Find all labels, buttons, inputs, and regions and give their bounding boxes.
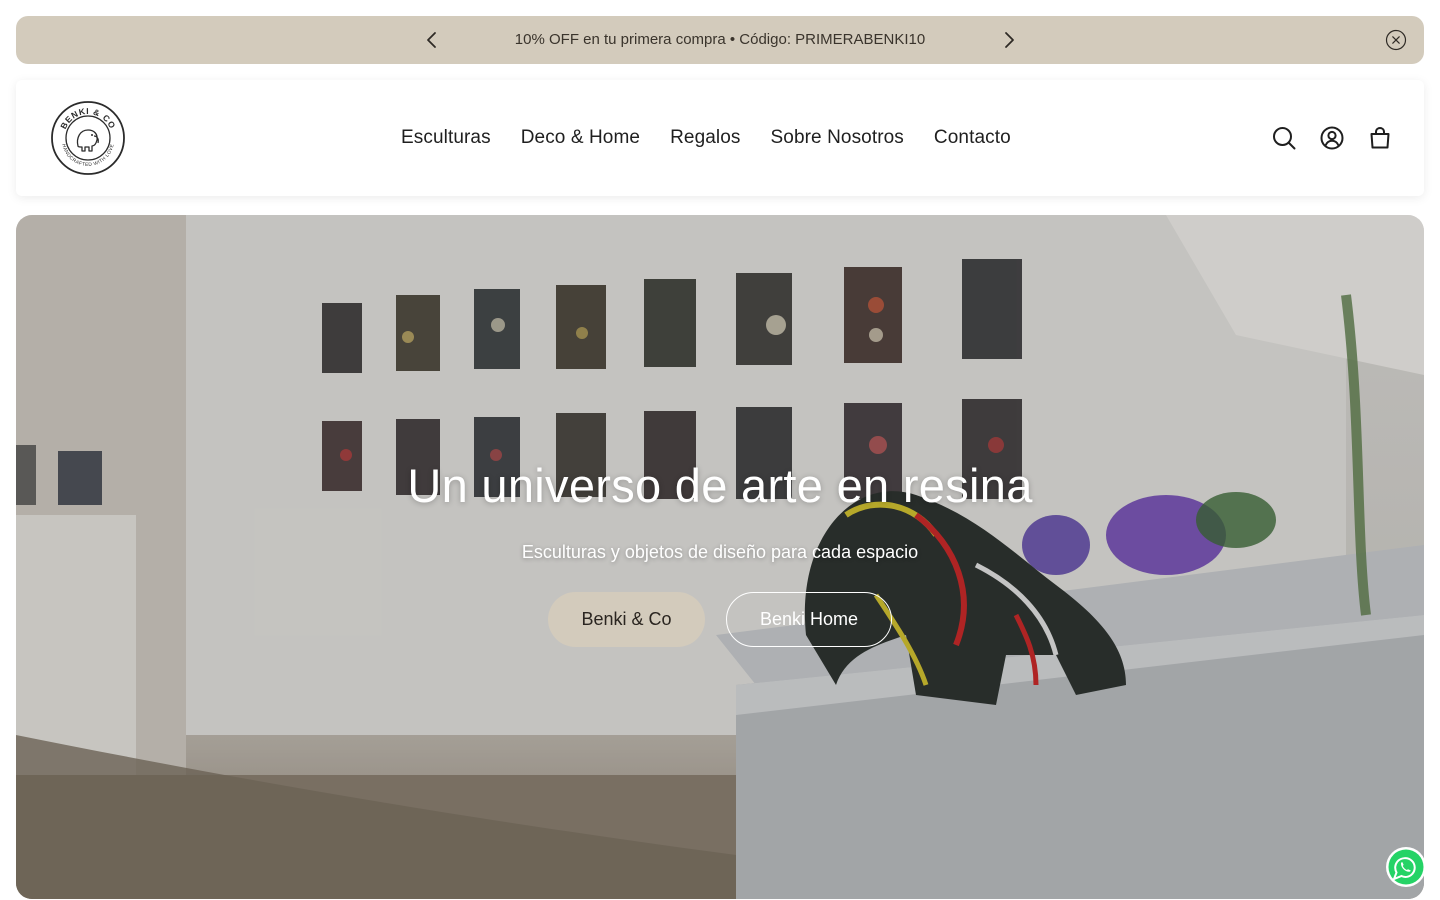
hero-title: Un universo de arte en resina [407,459,1033,512]
benki-home-button[interactable]: Benki Home [726,592,892,647]
nav-item-esculturas[interactable]: Esculturas [401,127,491,149]
account-icon[interactable] [1319,125,1345,151]
nav-item-contacto[interactable]: Contacto [934,127,1011,149]
logo[interactable]: BENKI & CO HANDCRAFTED WITH LOVE [50,100,126,176]
nav-item-deco-home[interactable]: Deco & Home [521,127,640,149]
site-header: BENKI & CO HANDCRAFTED WITH LOVE Escultu… [16,80,1424,196]
hero-subtitle: Esculturas y objetos de diseño para cada… [521,542,919,562]
close-circle-icon[interactable] [1385,29,1407,51]
hero-banner: Un universo de arte en resina Esculturas… [16,215,1424,899]
announcement-bar: 10% OFF en tu primera compra • Código: P… [16,16,1424,64]
nav-item-sobre-nosotros[interactable]: Sobre Nosotros [771,127,904,149]
nav-item-regalos[interactable]: Regalos [670,127,740,149]
main-nav: Esculturas Deco & Home Regalos Sobre Nos… [401,80,1011,196]
chevron-right-icon[interactable] [997,28,1021,52]
search-icon[interactable] [1271,125,1297,151]
whatsapp-icon[interactable] [1384,845,1428,889]
bag-icon[interactable] [1367,125,1393,151]
announcement-text: 10% OFF en tu primera compra • Código: P… [514,31,926,48]
benki-co-button[interactable]: Benki & Co [548,592,705,647]
